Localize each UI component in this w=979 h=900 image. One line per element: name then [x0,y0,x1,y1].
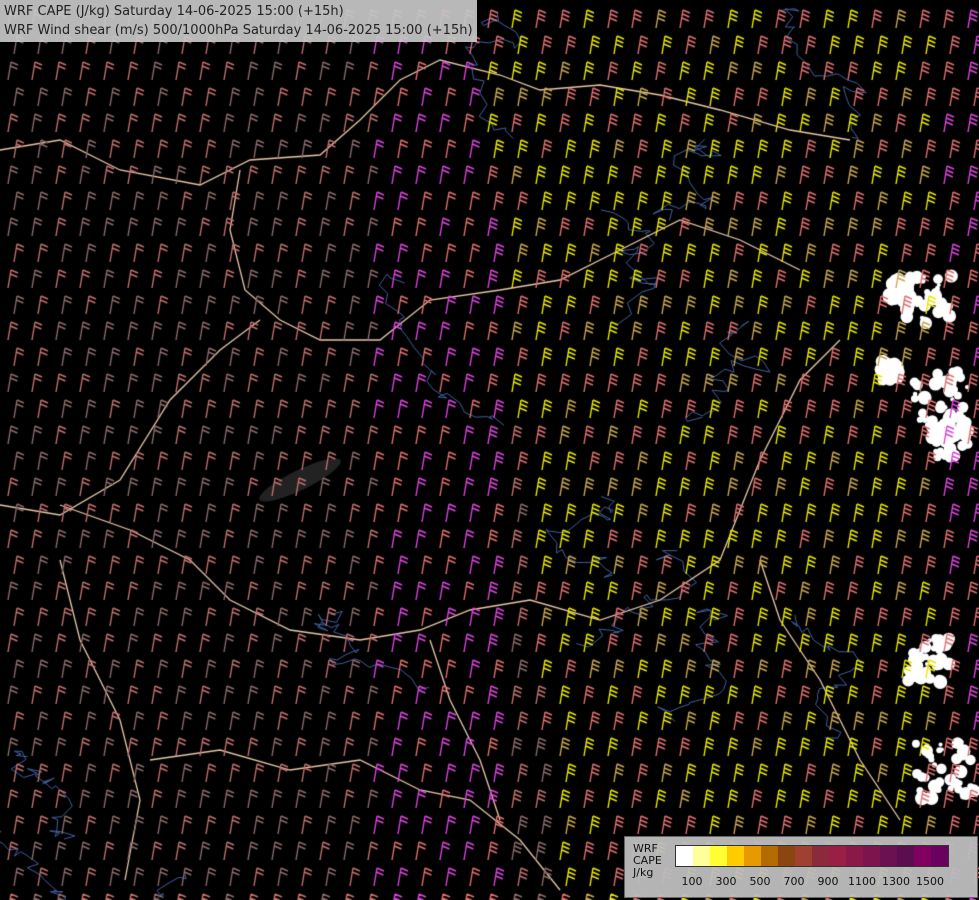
legend-swatch [829,846,846,866]
cape-legend: WRF CAPE J/kg 100 300 500 700 900 1100 1300 150… [624,836,978,898]
map-title: WRF CAPE (J/kg) Saturday 14-06-2025 15:0… [0,0,477,42]
legend-swatch [727,846,744,866]
shear-title: WRF Wind shear (m/s) 500/1000hPa Saturda… [4,23,473,38]
legend-swatch [863,846,880,866]
legend-tick: 500 [749,875,771,888]
legend-swatch [710,846,727,866]
legend-tick: 1300 [882,875,910,888]
legend-swatch [931,846,948,866]
legend-tick: 900 [817,875,839,888]
legend-tick-labels: 100 300 500 700 900 1100 1300 1500 [675,875,975,889]
legend-tick: 300 [715,875,737,888]
legend-color-scale [675,845,949,867]
cape-title: WRF CAPE (J/kg) Saturday 14-06-2025 15:0… [4,4,344,19]
legend-tick: 1100 [848,875,876,888]
weather-map [0,0,979,900]
legend-swatch [676,846,693,866]
legend-swatch [778,846,795,866]
legend-tick: 700 [783,875,805,888]
legend-swatch [880,846,897,866]
legend-swatch [846,846,863,866]
legend-swatch [761,846,778,866]
legend-swatch [744,846,761,866]
legend-swatch [812,846,829,866]
legend-swatch [914,846,931,866]
legend-label-unit: J/kg [633,866,654,879]
legend-swatch [693,846,710,866]
legend-tick: 1500 [916,875,944,888]
legend-swatch [795,846,812,866]
legend-swatch [897,846,914,866]
legend-tick: 100 [681,875,703,888]
legend-label: WRF CAPE J/kg [633,843,662,879]
